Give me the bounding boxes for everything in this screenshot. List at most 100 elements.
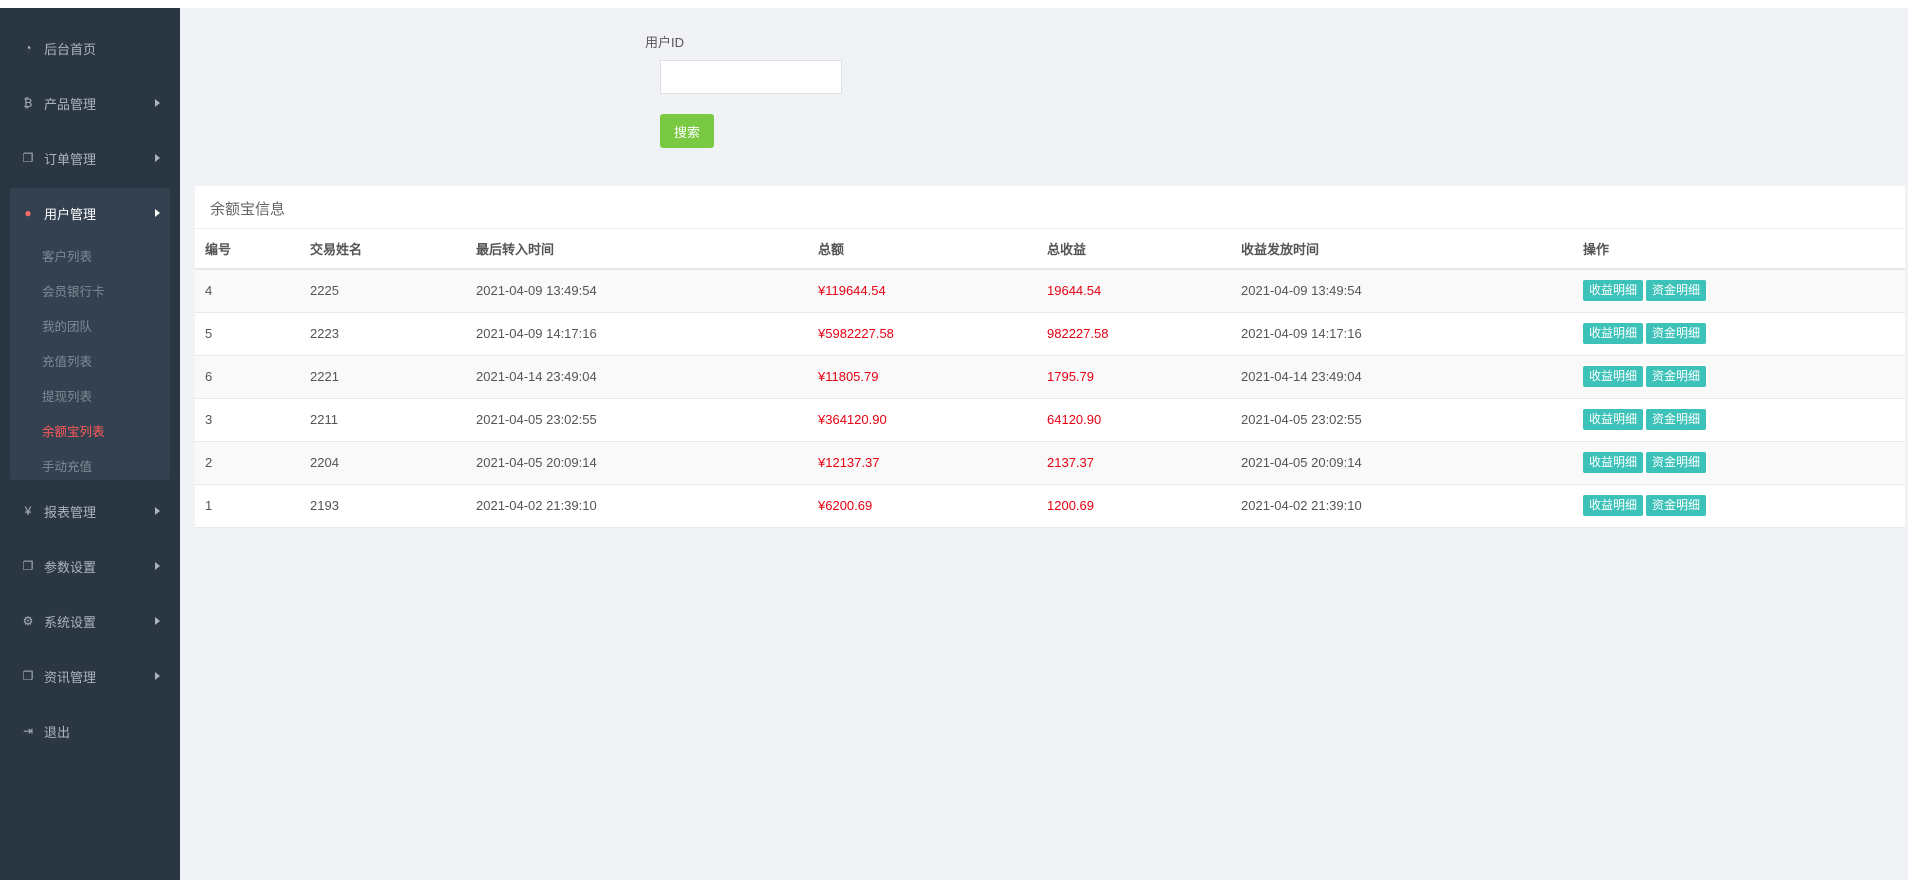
cell-payout-time: 2021-04-14 23:49:04	[1231, 355, 1573, 399]
cell-actions: 收益明细 资金明细	[1573, 398, 1905, 442]
copy-icon: ❐	[22, 669, 34, 683]
cell-total: ¥364120.90	[808, 398, 1037, 442]
user-id-label: 用户ID	[645, 35, 685, 50]
column-header: 收益发放时间	[1231, 229, 1573, 270]
cell-id: 6	[195, 355, 300, 399]
nav-item-system[interactable]: ⚙ 系统设置	[0, 601, 180, 641]
cell-total: ¥12137.37	[808, 441, 1037, 485]
fund-detail-button[interactable]: 资金明细	[1646, 323, 1707, 344]
copy-icon: ❐	[22, 559, 34, 573]
sidebar: ◔ 后台首页 ₿ 产品管理 ❐ 订单管理 ● 用户管理 客户列表 会员银行卡 我…	[0, 8, 180, 880]
cell-last-in-time: 2021-04-09 14:17:16	[466, 312, 808, 356]
subnav-customer-list[interactable]: 客户列表	[42, 246, 92, 265]
fund-detail-button[interactable]: 资金明细	[1646, 495, 1707, 516]
search-button[interactable]: 搜索	[660, 114, 714, 148]
nav-item-home[interactable]: ◔ 后台首页	[0, 28, 180, 68]
nav-label: 参数设置	[44, 559, 97, 575]
cell-name: 2225	[300, 269, 466, 313]
caret-right-icon	[155, 672, 160, 680]
caret-right-icon	[155, 99, 160, 107]
yuebao-table: 编号 交易姓名 最后转入时间 总额 总收益 收益发放时间 操作 4 2225 202…	[195, 229, 1905, 528]
nav-label: 产品管理	[44, 96, 97, 112]
subnav-yuebao-list[interactable]: 余额宝列表	[42, 421, 105, 440]
cell-name: 2223	[300, 312, 466, 356]
cell-last-in-time: 2021-04-02 21:39:10	[466, 484, 808, 528]
table-row: 6 2221 2021-04-14 23:49:04 ¥11805.79 1795.79…	[195, 355, 1905, 399]
cell-id: 5	[195, 312, 300, 356]
nav-item-logout[interactable]: ⇥ 退出	[0, 711, 180, 751]
subnav-recharge-list[interactable]: 充值列表	[42, 351, 92, 370]
user-id-input[interactable]	[660, 60, 842, 94]
cell-last-in-time: 2021-04-14 23:49:04	[466, 355, 808, 399]
cell-id: 2	[195, 441, 300, 485]
gears-icon: ⚙	[22, 614, 34, 628]
nav-item-params[interactable]: ❐ 参数设置	[0, 546, 180, 586]
nav-label: 订单管理	[44, 151, 97, 167]
cell-id: 3	[195, 398, 300, 442]
nav-item-orders[interactable]: ❐ 订单管理	[0, 138, 180, 178]
profit-detail-button[interactable]: 收益明细	[1583, 495, 1644, 516]
caret-right-icon	[155, 209, 160, 217]
subnav-withdraw-list[interactable]: 提现列表	[42, 386, 92, 405]
cell-name: 2204	[300, 441, 466, 485]
dashboard-icon: ◔	[24, 41, 32, 55]
yuebao-panel: 余额宝信息 编号 交易姓名 最后转入时间 总额 总收益 收益发放时间 操作 42…	[195, 186, 1905, 528]
cell-last-in-time: 2021-04-09 13:49:54	[466, 269, 808, 313]
cell-payout-time: 2021-04-09 14:17:16	[1231, 312, 1573, 356]
cell-last-in-time: 2021-04-05 20:09:14	[466, 441, 808, 485]
cell-actions: 收益明细 资金明细	[1573, 484, 1905, 528]
column-header: 总额	[808, 229, 1037, 270]
nav-item-reports[interactable]: ¥ 报表管理	[0, 491, 180, 531]
table-row: 2 2204 2021-04-05 20:09:14 ¥12137.37 2137.37…	[195, 441, 1905, 485]
cell-name: 2221	[300, 355, 466, 399]
fund-detail-button[interactable]: 资金明细	[1646, 366, 1707, 387]
nav-item-news[interactable]: ❐ 资讯管理	[0, 656, 180, 696]
cell-name: 2193	[300, 484, 466, 528]
column-header: 最后转入时间	[466, 229, 808, 270]
cell-actions: 收益明细 资金明细	[1573, 355, 1905, 399]
table-row: 5 2223 2021-04-09 14:17:16 ¥5982227.58 98222…	[195, 312, 1905, 356]
cell-id: 4	[195, 269, 300, 313]
sign-out-icon: ⇥	[22, 724, 34, 738]
panel-title: 余额宝信息	[210, 201, 286, 218]
cell-payout-time: 2021-04-09 13:49:54	[1231, 269, 1573, 313]
nav-label: 系统设置	[44, 614, 97, 630]
table-row: 1 2193 2021-04-02 21:39:10 ¥6200.69 1200.69 2…	[195, 484, 1905, 528]
cell-profit: 1200.69	[1037, 484, 1231, 528]
cell-total: ¥5982227.58	[808, 312, 1037, 356]
column-header: 交易姓名	[300, 229, 466, 270]
table-row: 3 2211 2021-04-05 23:02:55 ¥364120.90 64120.…	[195, 398, 1905, 442]
profit-detail-button[interactable]: 收益明细	[1583, 280, 1644, 302]
cell-actions: 收益明细 资金明细	[1573, 269, 1905, 313]
cell-payout-time: 2021-04-05 23:02:55	[1231, 398, 1573, 442]
profit-detail-button[interactable]: 收益明细	[1583, 409, 1644, 430]
caret-right-icon	[155, 154, 160, 162]
cell-profit: 2137.37	[1037, 441, 1231, 485]
fund-detail-button[interactable]: 资金明细	[1646, 280, 1707, 302]
nav-item-users[interactable]: ● 用户管理	[0, 193, 180, 233]
cell-profit: 1795.79	[1037, 355, 1231, 399]
subnav-member-bank-card[interactable]: 会员银行卡	[42, 281, 105, 300]
yen-icon: ¥	[24, 504, 32, 518]
cell-name: 2211	[300, 398, 466, 442]
caret-right-icon	[155, 562, 160, 570]
fund-detail-button[interactable]: 资金明细	[1646, 409, 1707, 430]
subnav-manual-recharge[interactable]: 手动充值	[42, 456, 92, 475]
cell-profit: 19644.54	[1037, 269, 1231, 313]
nav-label: 报表管理	[44, 504, 97, 520]
profit-detail-button[interactable]: 收益明细	[1583, 323, 1644, 344]
column-header: 操作	[1573, 229, 1905, 270]
cell-profit: 982227.58	[1037, 312, 1231, 356]
cell-actions: 收益明细 资金明细	[1573, 312, 1905, 356]
profit-detail-button[interactable]: 收益明细	[1583, 366, 1644, 387]
cell-payout-time: 2021-04-02 21:39:10	[1231, 484, 1573, 528]
copy-icon: ❐	[22, 151, 34, 165]
nav-label: 后台首页	[44, 41, 97, 57]
profit-detail-button[interactable]: 收益明细	[1583, 452, 1644, 473]
cell-actions: 收益明细 资金明细	[1573, 441, 1905, 485]
subnav-my-team[interactable]: 我的团队	[42, 316, 92, 335]
fund-detail-button[interactable]: 资金明细	[1646, 452, 1707, 473]
nav-item-products[interactable]: ₿ 产品管理	[0, 83, 180, 123]
user-icon: ●	[24, 206, 32, 220]
cell-total: ¥6200.69	[808, 484, 1037, 528]
